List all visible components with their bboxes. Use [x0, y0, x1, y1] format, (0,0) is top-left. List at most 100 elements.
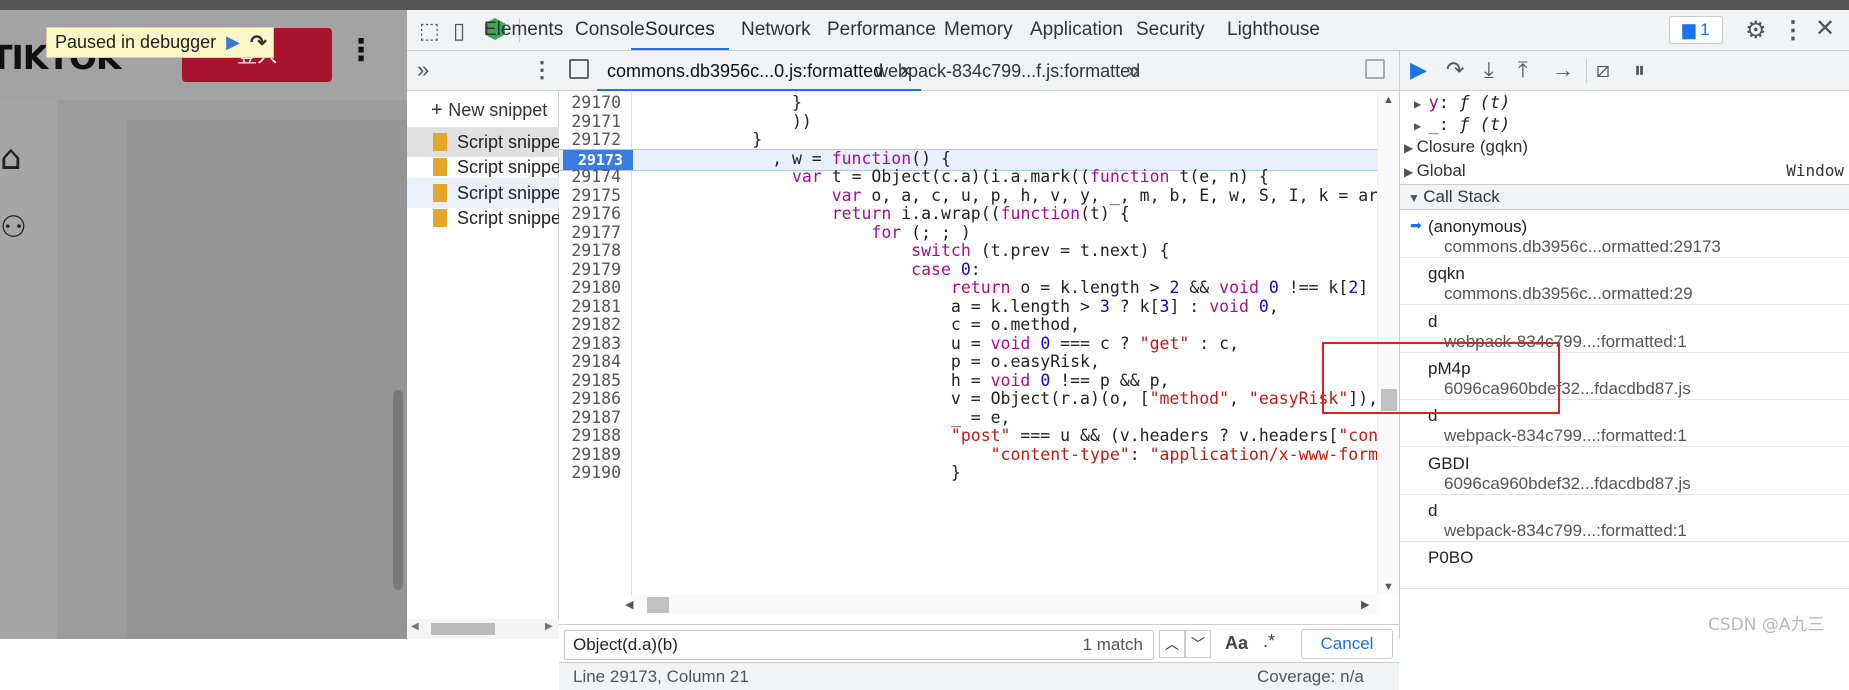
- tab-security[interactable]: Security: [1136, 10, 1205, 50]
- pause-on-exceptions-icon[interactable]: ⏸: [1634, 57, 1645, 83]
- call-stack-frame[interactable]: gqkn commons.db3956c...ormatted:29: [1400, 258, 1849, 306]
- line-number[interactable]: 29185: [559, 371, 629, 391]
- tab-memory[interactable]: Memory: [944, 10, 1013, 50]
- scroll-thumb[interactable]: [647, 597, 669, 613]
- navigator-menu-icon[interactable]: ⋮: [531, 57, 553, 83]
- line-number[interactable]: 29186: [559, 389, 629, 409]
- line-number[interactable]: 29174: [559, 167, 629, 187]
- scroll-down-icon[interactable]: ▼: [1383, 581, 1394, 593]
- step-icon[interactable]: →: [1552, 57, 1574, 83]
- line-number[interactable]: 29179: [559, 260, 629, 280]
- regex-button[interactable]: .*: [1263, 631, 1275, 652]
- next-match-icon[interactable]: ﹀: [1185, 630, 1211, 658]
- file-tab-webpack[interactable]: webpack-834c799...f.js:formatted: [875, 51, 1140, 91]
- line-number[interactable]: 29183: [559, 334, 629, 354]
- resume-icon[interactable]: ▶︎: [1410, 57, 1427, 83]
- code-view[interactable]: 29170 } 29171 )) 29172 } 29173 , w = functi…: [559, 92, 1377, 595]
- search-input[interactable]: Object(d.a)(b) 1 match: [564, 630, 1154, 660]
- line-number[interactable]: 29187: [559, 408, 629, 428]
- global-scope[interactable]: ▶ Global Window: [1404, 161, 1844, 181]
- code-horizontal-scrollbar[interactable]: ◀ ▶: [625, 595, 1377, 615]
- tab-network[interactable]: Network: [741, 10, 811, 50]
- deactivate-breakpoints-icon[interactable]: ⧄: [1596, 57, 1610, 83]
- line-number[interactable]: 29190: [559, 463, 629, 483]
- devtools-top-strip: [407, 0, 1849, 10]
- file-tab-commons[interactable]: commons.db3956c...0.js:formatted ×: [597, 51, 921, 91]
- page-scrollbar[interactable]: [393, 390, 403, 590]
- tiktok-page: TIKTOK 登入 ⋮ ⌂ ⚇: [0, 0, 407, 639]
- scroll-left-icon[interactable]: ◀: [625, 598, 633, 611]
- toggle-debugger-sidebar-icon[interactable]: [1365, 59, 1385, 79]
- snippet-label: Script snippet #2: [457, 157, 559, 177]
- snippet-file-icon: [433, 184, 447, 202]
- scroll-up-icon[interactable]: ▲: [1383, 94, 1394, 106]
- scroll-right-icon[interactable]: ▶: [1361, 598, 1369, 611]
- line-number[interactable]: 29177: [559, 223, 629, 243]
- toggle-navigator-icon[interactable]: [569, 59, 589, 79]
- code-line: case 0:: [911, 259, 981, 279]
- scope-entry[interactable]: ▶ _: ƒ (t): [1414, 115, 1510, 135]
- more-menu-icon[interactable]: ⋮: [346, 36, 376, 66]
- call-stack-frame[interactable]: ➡ (anonymous) commons.db3956c...ormatted:2…: [1400, 211, 1849, 258]
- settings-gear-icon[interactable]: ⚙: [1745, 16, 1767, 45]
- step-into-icon[interactable]: ⤓: [1484, 57, 1494, 83]
- device-toolbar-icon[interactable]: ▯: [453, 18, 465, 44]
- following-icon[interactable]: ⚇: [0, 210, 27, 245]
- coverage-status[interactable]: Coverage: n/a: [1257, 667, 1364, 687]
- scroll-left-icon[interactable]: ◀: [411, 621, 419, 632]
- step-over-icon[interactable]: ↷: [1446, 57, 1464, 83]
- inspect-element-icon[interactable]: ⬚: [419, 18, 440, 44]
- home-icon[interactable]: ⌂: [0, 138, 22, 178]
- line-number[interactable]: 29176: [559, 204, 629, 224]
- tab-lighthouse[interactable]: Lighthouse: [1227, 10, 1320, 50]
- code-line: "post" === u && (v.headers ? v.headers["…: [950, 426, 1377, 445]
- file-tab-label: commons.db3956c...0.js:formatted: [607, 61, 884, 81]
- tab-elements[interactable]: Elements: [484, 10, 563, 50]
- code-line: return i.a.wrap((function(t) {: [831, 204, 1130, 223]
- resume-icon[interactable]: ▶: [226, 32, 240, 53]
- more-file-tabs-icon[interactable]: »: [1127, 57, 1139, 83]
- tab-sources[interactable]: Sources: [631, 10, 729, 50]
- customize-menu-icon[interactable]: ⋮: [1781, 16, 1805, 45]
- more-tabs-icon[interactable]: »: [417, 57, 429, 83]
- match-case-button[interactable]: Aa: [1225, 633, 1248, 654]
- line-number[interactable]: 29182: [559, 315, 629, 335]
- call-stack-frame[interactable]: P0BO: [1400, 542, 1849, 590]
- frame-location[interactable]: commons.db3956c...ormatted:29: [1444, 284, 1693, 304]
- navigator-scrollbar[interactable]: ◀ ▶: [407, 619, 559, 639]
- snippet-file-icon: [433, 209, 447, 227]
- frame-location[interactable]: webpack-834c799...:formatted:1: [1444, 426, 1687, 446]
- close-devtools-icon[interactable]: ✕: [1815, 14, 1835, 43]
- line-number[interactable]: 29171: [559, 112, 629, 132]
- previous-match-icon[interactable]: ︿: [1159, 630, 1185, 658]
- step-out-icon[interactable]: ⤒: [1518, 57, 1528, 83]
- scroll-right-icon[interactable]: ▶: [545, 621, 553, 632]
- frame-location[interactable]: 6096ca960bdef32...fdacdbd87.js: [1444, 474, 1691, 494]
- messages-badge[interactable]: ▆ 1: [1669, 16, 1723, 44]
- line-number[interactable]: 29188: [559, 426, 629, 446]
- line-number[interactable]: 29175: [559, 186, 629, 206]
- line-number[interactable]: 29178: [559, 241, 629, 261]
- scope-entry[interactable]: ▶ y: ƒ (t): [1414, 93, 1510, 113]
- frame-name: d: [1428, 500, 1438, 520]
- call-stack-header[interactable]: ▼ Call Stack: [1400, 184, 1849, 210]
- line-number[interactable]: 29184: [559, 352, 629, 372]
- code-line: _ = e,: [633, 407, 1011, 427]
- call-stack-frame[interactable]: d webpack-834c799...:formatted:1: [1400, 495, 1849, 542]
- line-number[interactable]: 29180: [559, 278, 629, 298]
- line-number[interactable]: 29189: [559, 445, 629, 465]
- tab-application[interactable]: Application: [1030, 10, 1123, 50]
- scroll-thumb[interactable]: [431, 623, 495, 635]
- line-number[interactable]: 29170: [559, 93, 629, 113]
- line-number[interactable]: 29181: [559, 297, 629, 317]
- line-number[interactable]: 29172: [559, 130, 629, 150]
- snippet-item[interactable]: Script snippet #4: [407, 203, 559, 233]
- call-stack-frame[interactable]: GBDI 6096ca960bdef32...fdacdbd87.js: [1400, 448, 1849, 495]
- step-over-icon[interactable]: ↷: [250, 30, 267, 55]
- cancel-search-button[interactable]: Cancel: [1301, 629, 1393, 659]
- closure-scope[interactable]: ▶ Closure (gqkn): [1404, 137, 1528, 157]
- frame-location[interactable]: commons.db3956c...ormatted:29173: [1444, 237, 1721, 257]
- new-snippet-button[interactable]: + New snippet: [431, 99, 547, 122]
- frame-location[interactable]: webpack-834c799...:formatted:1: [1444, 521, 1687, 541]
- tab-performance[interactable]: Performance: [827, 10, 936, 50]
